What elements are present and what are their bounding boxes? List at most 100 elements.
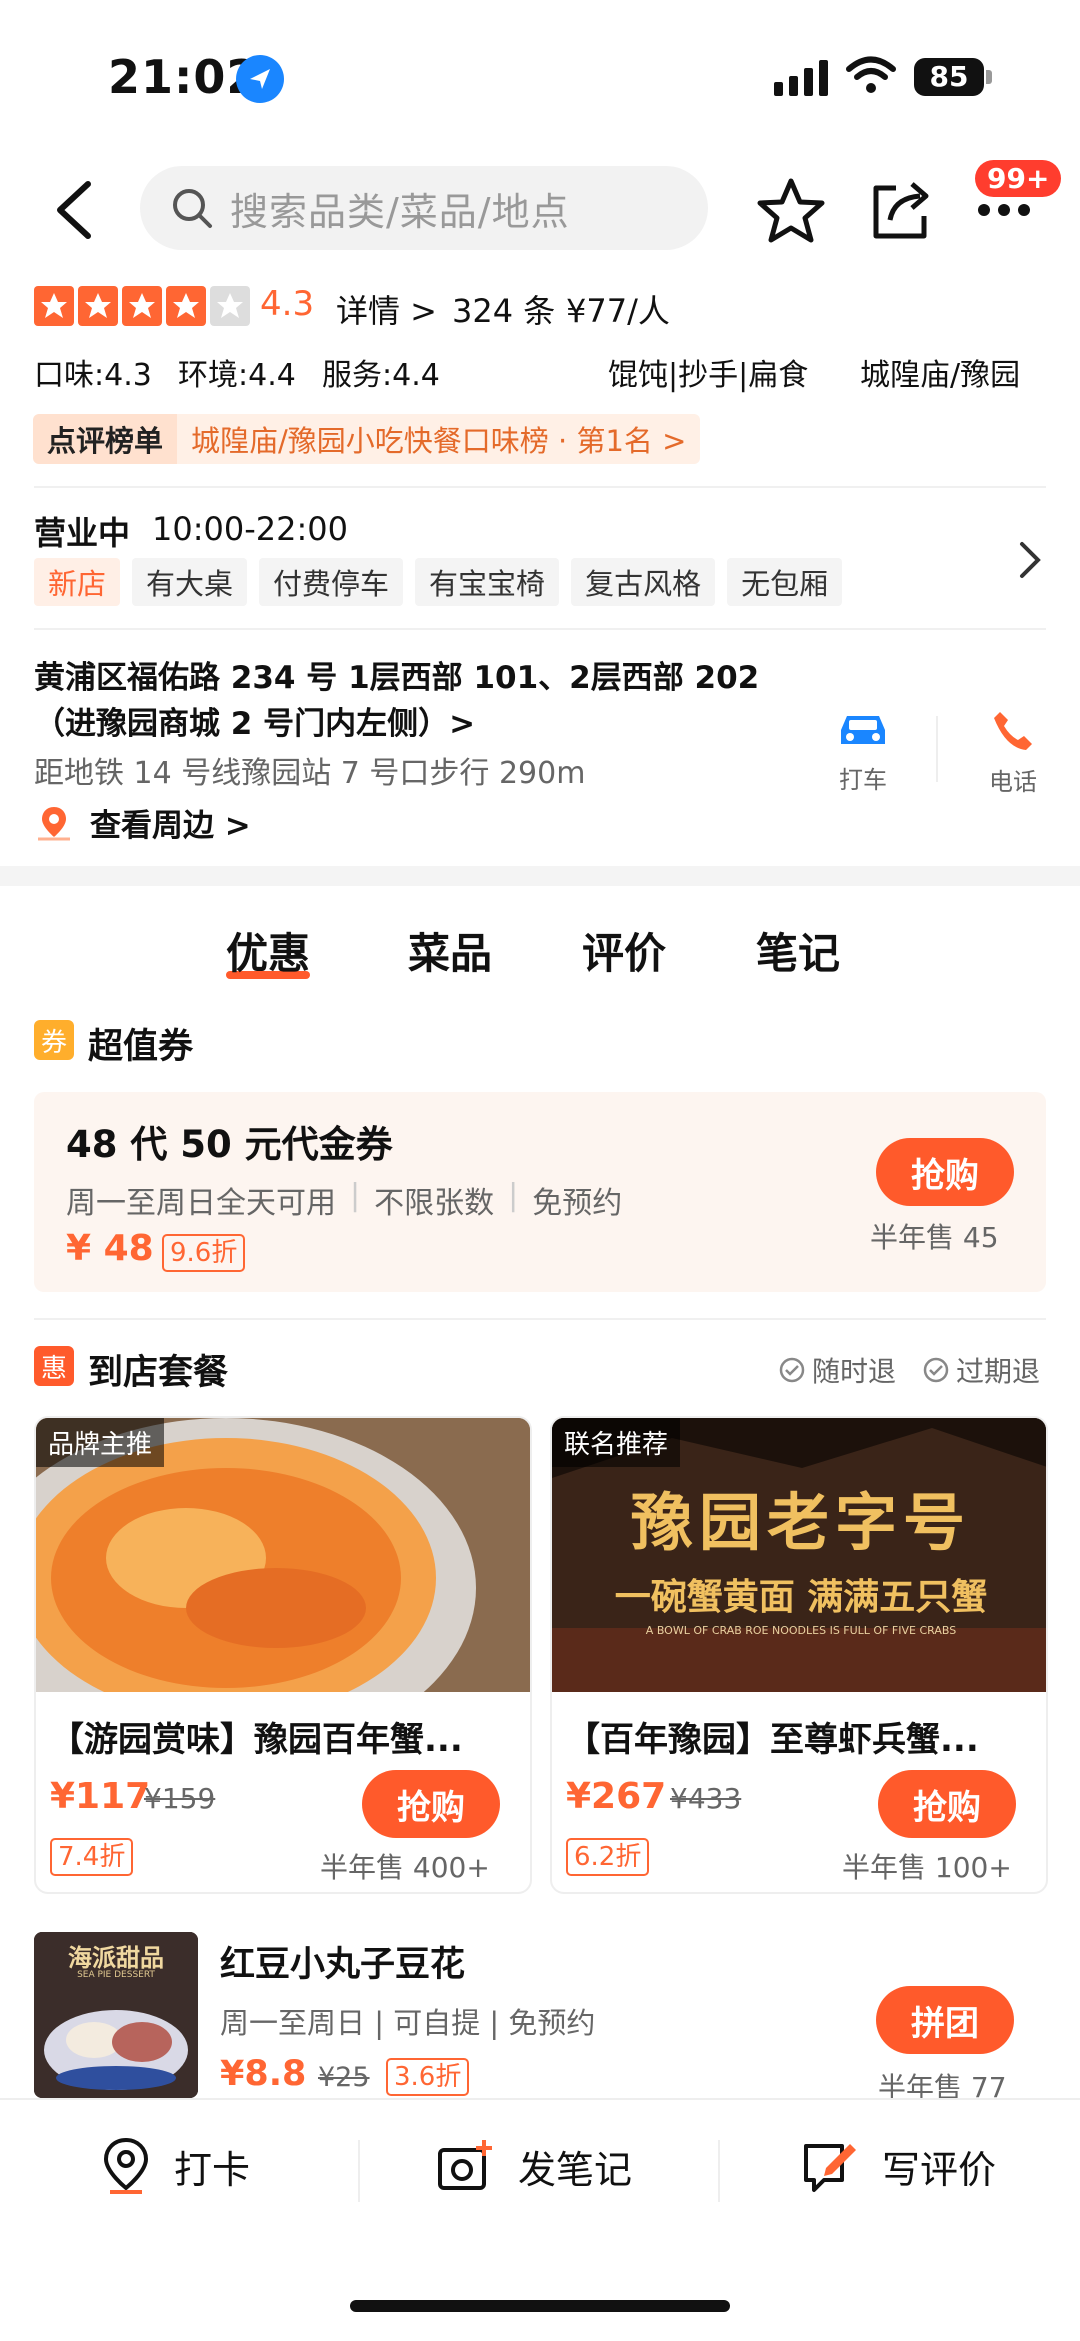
tab-deals[interactable]: 优惠 <box>226 920 311 979</box>
share-button[interactable] <box>868 176 934 246</box>
divider <box>34 486 1046 488</box>
tag-no-private-room: 无包厢 <box>727 558 843 606</box>
rank-label: 点评榜单 <box>33 414 178 464</box>
star-icon <box>122 286 162 326</box>
hours-detail-button[interactable] <box>1018 540 1042 584</box>
search-input[interactable]: 搜索品类/菜品/地点 <box>140 166 708 250</box>
phone-button[interactable]: 电话 <box>980 708 1046 797</box>
voucher-section-title: 超值券 <box>88 1027 194 1067</box>
voucher-buy-button[interactable]: 抢购 <box>876 1138 1014 1206</box>
package-card[interactable]: 联名推荐 豫园老字号 一碗蟹黄面 满满五只蟹 A BOWL OF CRAB RO… <box>550 1416 1048 1894</box>
card-badge: 联名推荐 <box>552 1418 681 1467</box>
group-item-image[interactable]: 海派甜品 SEA PIE DESSERT <box>34 1932 198 2098</box>
chevron-right-icon <box>1020 542 1041 578</box>
cellular-signal-icon <box>774 60 828 96</box>
rating-stars <box>34 286 250 326</box>
service-score: 服务:4.4 <box>322 358 440 393</box>
group-buy-button[interactable]: 拼团 <box>876 1986 1014 2054</box>
group-item-original-price: ¥25 <box>318 2062 370 2093</box>
address-line1[interactable]: 黄浦区福佑路 234 号 1层西部 101、2层西部 202 <box>34 652 759 697</box>
edit-review-icon <box>804 2144 856 2192</box>
home-indicator <box>350 2300 730 2312</box>
environment-score: 环境:4.4 <box>178 358 296 393</box>
card-original-price: ¥433 <box>670 1782 742 1815</box>
tab-notes[interactable]: 笔记 <box>756 920 840 981</box>
card-buy-button[interactable]: 抢购 <box>878 1770 1016 1838</box>
open-hours: 10:00-22:00 <box>152 510 348 548</box>
car-icon <box>841 716 885 744</box>
review-count: 324 条 <box>452 292 556 330</box>
voucher-card[interactable]: 48 代 50 元代金券 周一至周日全天可用 | 不限张数 | 免预约 ¥ 48… <box>34 1092 1046 1292</box>
group-item-title[interactable]: 红豆小丸子豆花 <box>220 1936 465 1987</box>
search-icon <box>173 189 212 228</box>
voucher-name: 48 代 50 元代金券 <box>66 1123 393 1166</box>
post-note-button[interactable]: 发笔记 <box>436 2136 632 2196</box>
back-button[interactable] <box>50 180 100 244</box>
divider <box>718 2140 720 2202</box>
package-image-yuyuan-brand: 联名推荐 豫园老字号 一碗蟹黄面 满满五只蟹 A BOWL OF CRAB RO… <box>552 1418 1046 1692</box>
write-review-button[interactable]: 写评价 <box>800 2136 996 2196</box>
group-item-price: ¥8.8 <box>220 2054 307 2094</box>
refund-anytime-label: 随时退 <box>812 1355 897 1388</box>
package-icon: 惠 <box>34 1346 74 1386</box>
taxi-button[interactable]: 打车 <box>830 710 896 795</box>
metro-distance: 距地铁 14 号线豫园站 7 号口步行 290m <box>34 756 586 791</box>
voucher-discount: 9.6折 <box>162 1234 246 1272</box>
nearby-link[interactable]: 查看周边 > <box>34 800 251 845</box>
search-placeholder: 搜索品类/菜品/地点 <box>230 189 570 234</box>
star-empty-icon <box>210 286 250 326</box>
image-sub-label: SEA PIE DESSERT <box>77 1970 155 1980</box>
battery-tip <box>986 70 992 84</box>
tag-retro-style: 复古风格 <box>571 558 716 606</box>
favorite-button[interactable] <box>756 176 826 250</box>
tag-big-table: 有大桌 <box>132 558 248 606</box>
voucher-price: ¥ 48 <box>66 1228 154 1269</box>
check-circle-icon <box>779 1357 805 1383</box>
phone-icon <box>994 712 1032 750</box>
rank-banner[interactable]: 点评榜单 城隍庙/豫园小吃快餐口味榜 · 第1名 > <box>33 414 701 464</box>
area-text[interactable]: 城隍庙/豫园 <box>860 350 1020 394</box>
checkin-label: 打卡 <box>174 2147 251 2192</box>
package-card[interactable]: 品牌主推 【游园赏味】豫园百年蟹... ¥117 ¥159 7.4折 抢购 半年… <box>34 1416 532 1894</box>
tag-new: 新店 <box>34 558 121 606</box>
tab-reviews[interactable]: 评价 <box>582 920 666 981</box>
check-circle-icon <box>923 1357 949 1383</box>
voucher-sold: 半年售 45 <box>870 1221 999 1254</box>
refund-expired: 过期退 <box>922 1350 1040 1390</box>
message-count-badge: 99+ <box>975 160 1062 197</box>
wifi-icon <box>846 56 896 100</box>
tab-deals-label: 优惠 <box>226 929 311 978</box>
divider <box>358 2140 360 2202</box>
price-per-person: ¥77/人 <box>566 292 670 330</box>
more-dots-icon <box>978 204 1030 216</box>
card-sold: 半年售 100+ <box>842 1851 1012 1884</box>
voucher-conditions: 周一至周日全天可用 | 不限张数 | 免预约 <box>66 1178 623 1221</box>
card-discount: 6.2折 <box>566 1838 650 1876</box>
card-badge: 品牌主推 <box>36 1418 165 1467</box>
map-pin-icon <box>103 2137 149 2194</box>
rating-detail-link[interactable]: 详情 > <box>336 286 437 332</box>
card-sold: 半年售 400+ <box>320 1851 490 1884</box>
image-english-caption: A BOWL OF CRAB ROE NOODLES IS FULL OF FI… <box>645 1624 957 1637</box>
divider <box>34 1318 1046 1320</box>
checkin-button[interactable]: 打卡 <box>100 2136 250 2196</box>
category-text[interactable]: 馄饨|抄手|扁食 <box>608 350 808 394</box>
package-section-title: 到店套餐 <box>88 1353 229 1393</box>
tab-dishes[interactable]: 菜品 <box>408 920 492 981</box>
card-price: ¥267 <box>566 1776 667 1817</box>
more-button[interactable] <box>976 200 1032 224</box>
card-buy-button[interactable]: 抢购 <box>362 1770 500 1838</box>
open-status: 营业中 <box>34 514 131 552</box>
location-arrow-icon <box>236 55 284 103</box>
address-line2[interactable]: （进豫园商城 2 号门内左侧）> <box>34 698 475 743</box>
tag-paid-parking: 付费停车 <box>259 558 404 606</box>
location-pin-icon <box>38 806 70 840</box>
taxi-label: 打车 <box>839 766 887 794</box>
image-title: 豫园老字号 <box>630 1486 971 1559</box>
star-outline-icon <box>757 178 825 243</box>
card-title: 【百年豫园】至尊虾兵蟹... <box>566 1720 979 1760</box>
feature-tags: 新店 有大桌 付费停车 有宝宝椅 复古风格 无包厢 <box>34 558 843 606</box>
card-price: ¥117 <box>50 1776 151 1817</box>
card-title: 【游园赏味】豫园百年蟹... <box>50 1720 463 1760</box>
battery-level: 85 <box>914 58 984 96</box>
